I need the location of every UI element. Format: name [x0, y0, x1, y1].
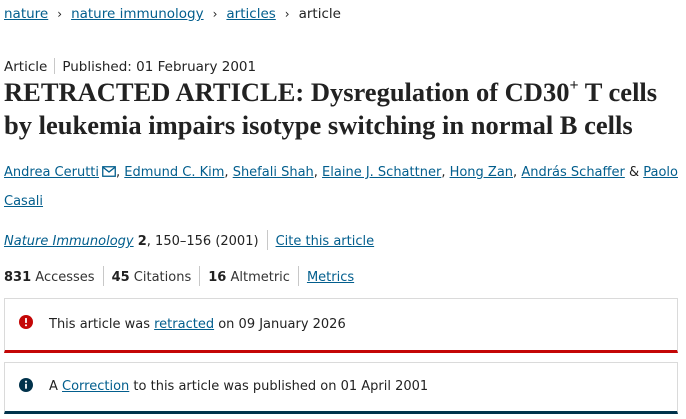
chevron-right-icon: › [57, 7, 63, 21]
exclamation-circle-icon [19, 315, 33, 329]
citation-line: Nature Immunology 2, 150–156 (2001) Cite … [4, 230, 374, 250]
info-circle-icon [19, 378, 33, 392]
correction-text-before: A [49, 379, 63, 394]
volume-number: 2 [137, 234, 147, 249]
breadcrumb-current: article [298, 6, 341, 22]
chevron-right-icon: › [284, 7, 290, 21]
correction-text-after: to this article was published on 01 Apri… [129, 379, 429, 394]
breadcrumb-link-nature-immunology[interactable]: nature immunology [71, 6, 204, 22]
author-separator: , [224, 165, 233, 180]
title-text-prefix: RETRACTED ARTICLE: Dysregulation of CD30 [4, 77, 570, 107]
breadcrumb-link-articles[interactable]: articles [226, 6, 275, 22]
altmetric-score: 16 [208, 270, 227, 285]
accesses-label: Accesses [35, 270, 95, 285]
author-separator: , [441, 165, 450, 180]
divider [54, 58, 56, 74]
citations-count: 45 [111, 270, 130, 285]
divider [102, 266, 104, 286]
journal-link[interactable]: Nature Immunology [4, 234, 134, 249]
author-link[interactable]: Edmund C. Kim [124, 165, 224, 180]
article-type: Article [4, 59, 48, 75]
accesses-count: 831 [4, 270, 32, 285]
divider [199, 266, 201, 286]
divider [266, 230, 268, 250]
correction-notice-text: A Correction to this article was publish… [49, 379, 428, 394]
article-title: RETRACTED ARTICLE: Dysregulation of CD30… [4, 76, 686, 142]
pages-year: , 150–156 (2001) [146, 234, 259, 249]
author-separator-last: & [624, 165, 644, 180]
retraction-notice: This article was retracted on 09 January… [4, 298, 678, 353]
citations-label: Citations [133, 270, 192, 285]
metrics-line: 831 Accesses 45 Citations 16 Altmetric Metr… [4, 266, 354, 286]
retraction-text-after: on 09 January 2026 [214, 317, 346, 332]
author-list: Andrea Cerutti, Edmund C. Kim, Shefali S… [4, 158, 680, 216]
breadcrumb: nature › nature immunology › articles › articl… [4, 6, 341, 22]
retracted-link[interactable]: retracted [154, 317, 214, 332]
divider [297, 266, 299, 286]
chevron-right-icon: › [212, 7, 218, 21]
author-link[interactable]: Shefali Shah [233, 165, 314, 180]
author-separator: , [313, 165, 323, 180]
cite-this-article-link[interactable]: Cite this article [276, 234, 375, 249]
article-meta: Article Published: 01 February 2001 [4, 58, 256, 75]
published-date: Published: 01 February 2001 [62, 59, 257, 75]
breadcrumb-link-nature[interactable]: nature [4, 6, 48, 22]
metrics-link[interactable]: Metrics [307, 270, 354, 285]
title-superscript: + [569, 77, 579, 94]
author-link[interactable]: Andrea Cerutti [4, 165, 99, 180]
mail-icon[interactable] [102, 166, 116, 177]
author-link[interactable]: András Schaffer [521, 165, 625, 180]
altmetric-label: Altmetric [230, 270, 290, 285]
retraction-notice-text: This article was retracted on 09 January… [49, 317, 346, 332]
author-link[interactable]: Elaine J. Schattner [322, 165, 441, 180]
correction-notice: A Correction to this article was publish… [4, 362, 678, 414]
retraction-text-before: This article was [49, 317, 155, 332]
correction-link[interactable]: Correction [62, 379, 129, 394]
author-link[interactable]: Hong Zan [450, 165, 513, 180]
